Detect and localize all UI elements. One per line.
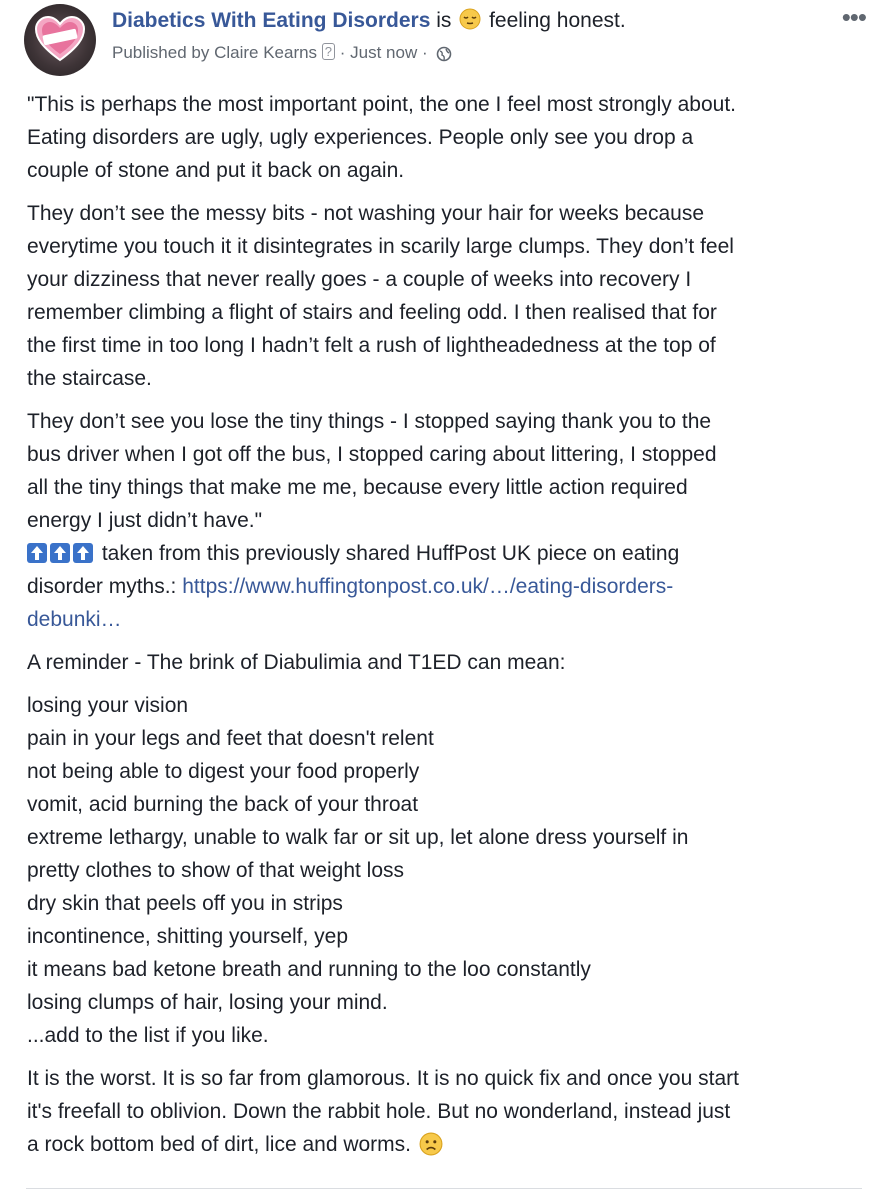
more-icon[interactable]: •••: [842, 2, 867, 32]
timestamp[interactable]: · Just now ·: [340, 43, 428, 62]
list-item: dry skin that peels off you in strips: [27, 892, 343, 915]
article-link[interactable]: https://www.huffingtonpost.co.uk/…/eatin…: [182, 575, 673, 598]
source-text: taken from this previously shared HuffPo…: [101, 542, 680, 565]
text-line: energy I just didn’t have.": [27, 509, 263, 532]
text-line: Eating disorders are ugly, ugly experien…: [27, 126, 694, 149]
text-line: bus driver when I got off the bus, I sto…: [27, 443, 717, 466]
source-text-2: disorder myths.:: [27, 575, 183, 598]
source-line: taken from this previously shared HuffPo…: [27, 537, 867, 570]
text-line: the staircase.: [27, 367, 152, 390]
text-line: remember climbing a flight of stairs and…: [27, 301, 717, 324]
text-line: They don’t see the messy bits - not wash…: [27, 202, 705, 225]
reminder-paragraph: A reminder - The brink of Diabulimia and…: [27, 646, 867, 679]
paragraph-2: They don’t see the messy bits - not wash…: [27, 197, 867, 395]
post-body: "This is perhaps the most important poin…: [27, 88, 867, 1171]
article-link-continued[interactable]: debunki…: [27, 608, 122, 631]
post-header: Diabetics With Eating Disorders is feeli…: [112, 6, 626, 36]
list-item: it means bad ketone breath and running t…: [27, 958, 591, 981]
source-line-3: debunki…: [27, 603, 867, 636]
list-item: extreme lethargy, unable to walk far or …: [27, 826, 689, 849]
help-icon[interactable]: ?: [321, 43, 336, 60]
up-arrow-icon: [73, 543, 93, 563]
list-item: pretty clothes to show of that weight lo…: [27, 859, 405, 882]
globe-icon[interactable]: [436, 46, 452, 62]
text-line: it's freefall to oblivion. Down the rabb…: [27, 1100, 731, 1123]
source-line-2: disorder myths.: https://www.huffingtonp…: [27, 570, 867, 603]
text-line: your dizziness that never really goes - …: [27, 268, 692, 291]
list-item: not being able to digest your food prope…: [27, 760, 420, 783]
text-line: the first time in too long I hadn’t felt…: [27, 334, 716, 357]
post-meta: Published by Claire Kearns ? · Just now …: [112, 40, 452, 66]
symptom-list: losing your vision pain in your legs and…: [27, 689, 867, 1052]
published-by: Published by Claire Kearns: [112, 43, 318, 62]
text-line: couple of stone and put it back on again…: [27, 159, 405, 182]
sad-face-icon: [419, 1132, 443, 1156]
paragraph-3: They don’t see you lose the tiny things …: [27, 405, 867, 537]
list-item: losing clumps of hair, losing your mind.: [27, 991, 388, 1014]
paragraph-1: "This is perhaps the most important poin…: [27, 88, 867, 187]
source-paragraph: taken from this previously shared HuffPo…: [27, 537, 867, 636]
list-item: pain in your legs and feet that doesn't …: [27, 727, 434, 750]
list-item: vomit, acid burning the back of your thr…: [27, 793, 419, 816]
reminder-text: A reminder - The brink of Diabulimia and…: [27, 651, 566, 674]
up-arrow-icon: [27, 543, 47, 563]
list-item: losing your vision: [27, 694, 189, 717]
closing-last-line: a rock bottom bed of dirt, lice and worm…: [27, 1128, 867, 1161]
page-name-link[interactable]: Diabetics With Eating Disorders: [112, 9, 430, 32]
text-line: "This is perhaps the most important poin…: [27, 93, 736, 116]
page-avatar[interactable]: [24, 4, 96, 76]
list-item: incontinence, shitting yourself, yep: [27, 925, 349, 948]
up-arrow-icon: [50, 543, 70, 563]
facebook-post: Diabetics With Eating Disorders is feeli…: [0, 0, 888, 1200]
post-divider: [26, 1188, 862, 1189]
text-line: a rock bottom bed of dirt, lice and worm…: [27, 1133, 411, 1156]
heart-logo-icon: [34, 15, 86, 62]
text-line: They don’t see you lose the tiny things …: [27, 410, 712, 433]
is-text: is: [436, 9, 452, 32]
list-item: ...add to the list if you like.: [27, 1024, 269, 1047]
relieved-face-icon: [459, 8, 481, 30]
text-line: all the tiny things that make me me, bec…: [27, 476, 688, 499]
feeling-text: feeling honest.: [489, 9, 626, 32]
text-line: everytime you touch it it disintegrates …: [27, 235, 734, 258]
closing-paragraph: It is the worst. It is so far from glamo…: [27, 1062, 867, 1161]
text-line: It is the worst. It is so far from glamo…: [27, 1067, 739, 1090]
